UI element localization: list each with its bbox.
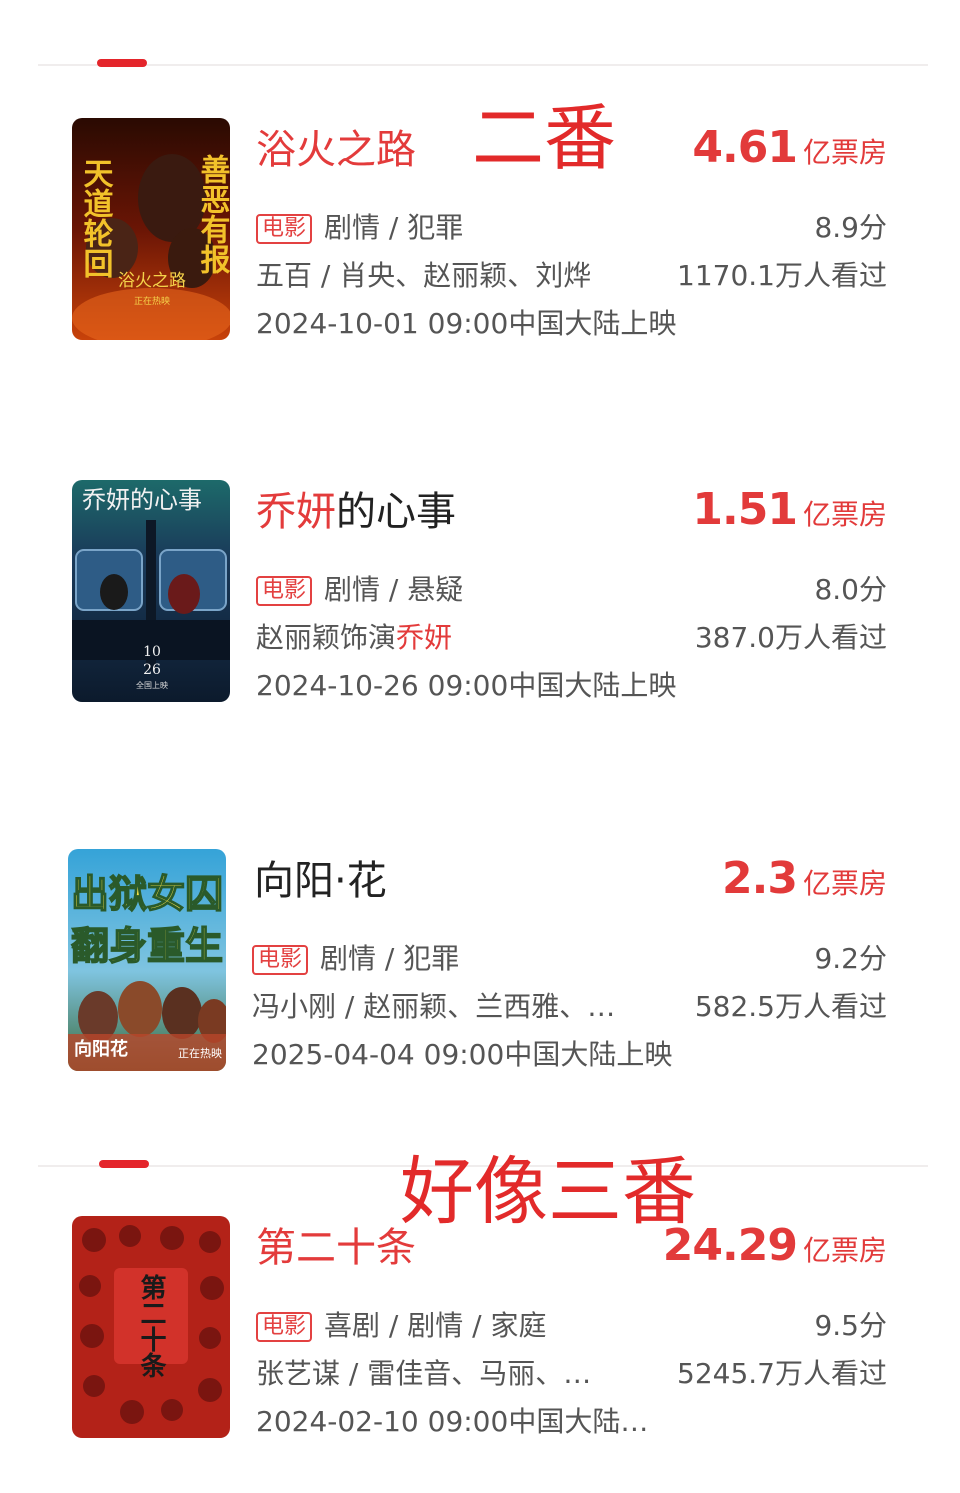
movie-title[interactable]: 乔妍的心事 <box>256 488 456 536</box>
movie-poster[interactable]: 出狱女囚 翻身重生 向阳花 正在热映 <box>68 849 226 1071</box>
boxoffice: 24.29 亿票房 <box>663 1220 887 1271</box>
movie-release: 2024-10-01 09:00中国大陆上映 <box>256 307 677 340</box>
credits-row: 五百 / 肖央、赵丽颖、刘烨 1170.1万人看过 <box>256 254 887 294</box>
movie-release: 2024-02-10 09:00中国大陆… <box>256 1405 649 1438</box>
credits-row: 赵丽颖饰演乔妍 387.0万人看过 <box>256 616 887 656</box>
release-row: 2025-04-04 09:00中国大陆上映 <box>252 1033 887 1073</box>
poster-center-text: 浴火之路 <box>118 271 186 291</box>
movie-type-tag: 电影 <box>256 1312 313 1342</box>
movie-credits: 五百 / 肖央、赵丽颖、刘烨 <box>256 259 592 292</box>
poster-date-line1: 10 <box>143 644 161 660</box>
poster-line1: 出狱女囚 <box>71 872 223 916</box>
boxoffice-unit: 亿票房 <box>802 136 887 169</box>
movie-credits-highlight: 乔妍 <box>396 621 453 654</box>
movie-genres: 剧情 / 悬疑 <box>324 573 464 606</box>
movie-title[interactable]: 第二十条 <box>256 1224 416 1272</box>
movie-score: 8.0分 <box>814 573 887 606</box>
release-row: 2024-10-26 09:00中国大陆上映 <box>256 664 887 704</box>
poster-left-text: 天道轮回 <box>78 158 114 278</box>
movie-credits-prefix: 赵丽颖饰演 <box>256 621 397 654</box>
poster-sub-text: 正在热映 <box>134 295 170 307</box>
poster-logo-text: 向阳花 <box>74 1038 128 1060</box>
boxoffice-unit: 亿票房 <box>802 867 887 900</box>
genre-row: 电影 剧情 / 悬疑 8.0分 <box>256 568 887 608</box>
movie-credits: 张艺谋 / 雷佳音、马丽、… <box>256 1357 592 1390</box>
movie-genres: 喜剧 / 剧情 / 家庭 <box>324 1309 547 1342</box>
movie-credits: 冯小刚 / 赵丽颖、兰西雅、… <box>252 990 616 1023</box>
boxoffice: 2.3 亿票房 <box>722 853 887 904</box>
release-row: 2024-10-01 09:00中国大陆上映 <box>256 302 887 342</box>
genre-row: 电影 剧情 / 犯罪 8.9分 <box>256 206 887 246</box>
release-row: 2024-02-10 09:00中国大陆… <box>256 1400 887 1440</box>
movie-viewers: 387.0万人看过 <box>694 621 887 654</box>
section-tab-indicator-bottom <box>99 1160 149 1168</box>
movie-score: 8.9分 <box>814 211 887 244</box>
movie-viewers: 1170.1万人看过 <box>677 259 887 292</box>
poster-title-text: 乔妍的心事 <box>82 486 202 514</box>
genre-row: 电影 剧情 / 犯罪 9.2分 <box>252 937 887 977</box>
movie-title-highlight: 乔妍 <box>256 489 336 535</box>
movie-genres: 剧情 / 犯罪 <box>320 942 460 975</box>
poster-center-text: 第二十条 <box>136 1273 166 1378</box>
movie-score: 9.2分 <box>814 942 887 975</box>
movie-release: 2024-10-26 09:00中国大陆上映 <box>256 669 677 702</box>
poster-sub-text: 正在热映 <box>178 1047 222 1060</box>
movie-title[interactable]: 向阳·花 <box>254 857 387 905</box>
movie-type-tag: 电影 <box>252 945 309 975</box>
boxoffice: 4.61 亿票房 <box>692 122 887 173</box>
genre-row: 电影 喜剧 / 剧情 / 家庭 9.5分 <box>256 1304 887 1344</box>
movie-poster[interactable]: 天道轮回 善恶有报 浴火之路 正在热映 <box>72 118 230 340</box>
movie-card-4[interactable]: 第二十条 第二十条 24.29 亿票房 电影 喜剧 / 剧情 / 家庭 9.5分 张… <box>0 1216 960 1456</box>
boxoffice-value: 2.3 <box>722 853 798 904</box>
annotation-maybe-third-lead: 好像三番 <box>400 1149 696 1235</box>
movie-score: 9.5分 <box>814 1309 887 1342</box>
section-divider-top <box>38 64 928 66</box>
movie-poster[interactable]: 乔妍的心事 10 26 全国上映 <box>72 480 230 702</box>
credits-row: 张艺谋 / 雷佳音、马丽、… 5245.7万人看过 <box>256 1352 887 1392</box>
boxoffice: 1.51 亿票房 <box>692 484 887 535</box>
poster-right-text: 善恶有报 <box>195 154 231 274</box>
movie-viewers: 5245.7万人看过 <box>677 1357 887 1390</box>
poster-date-line3: 全国上映 <box>136 680 168 690</box>
poster-date-line2: 26 <box>143 662 161 678</box>
movie-title[interactable]: 浴火之路 <box>256 126 416 174</box>
movie-title-rest: 的心事 <box>336 489 456 535</box>
poster-line2: 翻身重生 <box>71 924 223 968</box>
boxoffice-unit: 亿票房 <box>802 498 887 531</box>
movie-release: 2025-04-04 09:00中国大陆上映 <box>252 1038 673 1071</box>
movie-card-1[interactable]: 天道轮回 善恶有报 浴火之路 正在热映 浴火之路 4.61 亿票房 电影 剧情 / … <box>0 118 960 358</box>
credits-row: 冯小刚 / 赵丽颖、兰西雅、… 582.5万人看过 <box>252 985 887 1025</box>
movie-poster[interactable]: 第二十条 <box>72 1216 230 1438</box>
movie-type-tag: 电影 <box>256 576 313 606</box>
section-tab-indicator-top <box>97 59 147 67</box>
movie-type-tag: 电影 <box>256 214 313 244</box>
movie-viewers: 582.5万人看过 <box>694 990 887 1023</box>
boxoffice-unit: 亿票房 <box>802 1234 887 1267</box>
movie-card-2[interactable]: 乔妍的心事 10 26 全国上映 乔妍的心事 1.51 亿票房 电影 剧情 / 悬疑… <box>0 480 960 720</box>
movie-genres: 剧情 / 犯罪 <box>324 211 464 244</box>
boxoffice-value: 4.61 <box>692 122 798 173</box>
boxoffice-value: 1.51 <box>692 484 798 535</box>
movie-card-3[interactable]: 出狱女囚 翻身重生 向阳花 正在热映 向阳·花 2.3 亿票房 电影 剧情 / 犯罪… <box>0 849 960 1089</box>
